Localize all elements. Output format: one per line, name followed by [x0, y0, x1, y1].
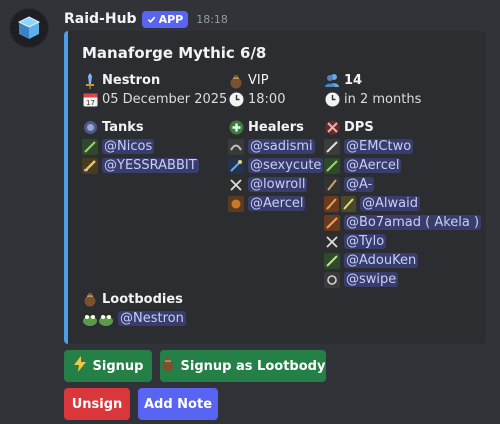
app-badge-label: APP	[158, 12, 184, 26]
raid-embed: Manaforge Mythic 6/8 Nestron 17 05 Decem…	[64, 31, 486, 344]
tank-mention[interactable]: @Nicos	[102, 139, 155, 154]
class-spec-icon	[228, 138, 244, 155]
leader-field: Nestron 17 05 December 2025	[82, 71, 227, 109]
add-note-button[interactable]: Add Note	[138, 388, 218, 420]
people-icon	[324, 73, 340, 89]
signup-count: 14	[344, 73, 363, 88]
lootbodies-field: Lootbodies @Nestron	[82, 289, 186, 328]
money-bag-icon	[228, 73, 244, 89]
shield-icon	[82, 119, 98, 135]
healers-field: Healers @sadismi @sexycute @lowroll @Aer…	[228, 117, 324, 213]
class-spec-icon	[82, 138, 98, 155]
sword-icon	[82, 72, 98, 89]
signup-lootbody-button[interactable]: Signup as Lootbody	[160, 350, 326, 382]
dps-mention[interactable]: @EMCtwo	[344, 139, 414, 154]
tanks-title: Tanks	[102, 119, 144, 135]
tanks-field: Tanks @Nicos @YESSRABBIT	[82, 117, 199, 175]
lootbody-mention[interactable]: @Nestron	[118, 311, 186, 326]
loot-type: VIP	[248, 73, 269, 88]
class-spec-icon	[228, 157, 244, 174]
lightning-icon	[73, 356, 87, 376]
checkmark-icon	[147, 16, 155, 23]
healer-mention[interactable]: @sadismi	[248, 139, 315, 154]
tank-mention[interactable]: @YESSRABBIT	[102, 158, 199, 173]
class-spec-icon	[82, 157, 98, 174]
calendar-icon: 17	[82, 92, 98, 108]
class-spec-icon	[324, 195, 356, 212]
add-note-button-label: Add Note	[143, 396, 213, 412]
dps-mention[interactable]: @A-	[344, 177, 375, 192]
cube-logo-icon	[17, 16, 41, 39]
raid-date: 05 December 2025	[102, 92, 228, 107]
raid-leader: Nestron	[102, 73, 161, 88]
dps-mention[interactable]: @Alwaid	[360, 196, 420, 211]
class-spec-icon	[324, 176, 340, 193]
frog-emoji-icon	[82, 311, 114, 327]
class-spec-icon	[228, 176, 244, 193]
dps-field: DPS @EMCtwo @Aercel @A- @Alwaid @Bo7amad…	[324, 117, 482, 289]
raid-time: 18:00	[248, 92, 286, 107]
signup-button-label: Signup	[92, 358, 144, 374]
lootbodies-title: Lootbodies	[102, 291, 183, 307]
svg-text:17: 17	[86, 99, 95, 107]
signup-button[interactable]: Signup	[64, 350, 152, 382]
signup-count-field: 14 in 2 months	[324, 71, 421, 109]
healer-mention[interactable]: @lowroll	[248, 177, 308, 192]
dps-mention[interactable]: @Tylo	[344, 234, 387, 249]
clock-icon	[324, 92, 340, 108]
class-spec-icon	[324, 271, 340, 288]
dps-title: DPS	[344, 119, 374, 135]
dps-mention[interactable]: @Aercel	[344, 158, 402, 173]
money-bag-icon	[82, 291, 98, 307]
embed-title: Manaforge Mythic 6/8	[82, 44, 267, 62]
class-spec-icon	[324, 157, 340, 174]
healer-mention[interactable]: @Aercel	[248, 196, 306, 211]
dps-mention[interactable]: @AdouKen	[344, 253, 419, 268]
healers-title: Healers	[248, 119, 304, 135]
author-name[interactable]: Raid-Hub	[64, 11, 137, 27]
message-timestamp[interactable]: 18:18	[196, 13, 228, 26]
class-spec-icon	[324, 138, 340, 155]
bot-avatar[interactable]	[9, 8, 49, 48]
loot-type-field: VIP 18:00	[228, 71, 285, 109]
class-spec-icon	[324, 214, 340, 231]
clock-icon	[228, 92, 244, 108]
class-spec-icon	[228, 195, 244, 212]
unsign-button-label: Unsign	[71, 396, 123, 412]
dps-mention[interactable]: @Bo7amad ( Akela )	[344, 215, 482, 230]
signup-lootbody-button-label: Signup as Lootbody	[180, 358, 326, 374]
crossed-swords-icon	[324, 119, 340, 135]
message-header: Raid-Hub APP 18:18	[64, 10, 228, 28]
app-badge: APP	[141, 10, 189, 28]
healer-mention[interactable]: @sexycute	[248, 158, 324, 173]
dps-mention[interactable]: @swipe	[344, 272, 399, 287]
class-spec-icon	[324, 252, 340, 269]
healer-cross-icon	[228, 119, 244, 135]
money-bag-icon	[161, 356, 175, 376]
relative-time: in 2 months	[344, 92, 422, 107]
unsign-button[interactable]: Unsign	[64, 388, 130, 420]
class-spec-icon	[324, 233, 340, 250]
